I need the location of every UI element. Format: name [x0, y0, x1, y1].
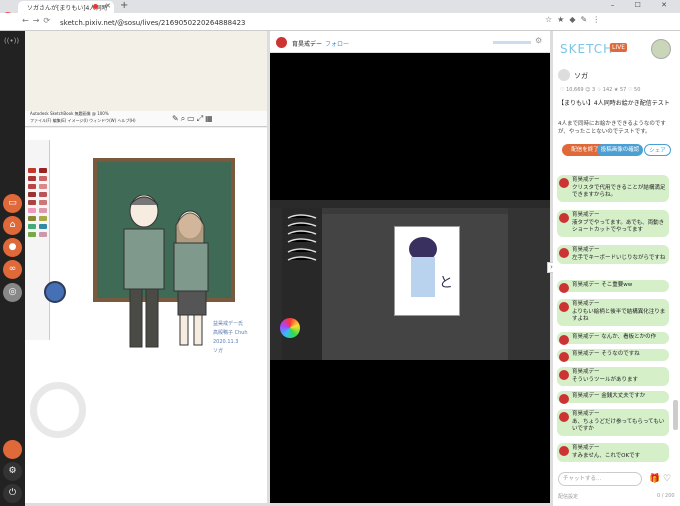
nav-buttons[interactable]: ←→⟳	[22, 16, 54, 25]
streamer-name[interactable]: ソガ	[574, 71, 588, 81]
artist-signature: 益昊戒デー氏 高殿鴨子 Chuh 2020.11.3 ソガ	[213, 321, 248, 354]
chat-text: クリスタで代用できることが結構満足できますからね。	[572, 184, 666, 199]
char-counter: 0 / 200	[657, 493, 675, 499]
chat-avatar	[559, 352, 569, 362]
chat-text: そこ重要ww	[601, 282, 633, 288]
chat-message: 育昊戒デー そういうツールがあります	[557, 367, 669, 386]
url-field[interactable]: sketch.pixiv.net/@sosu/lives/21690502202…	[60, 17, 530, 29]
viewer-settings-icon[interactable]: ⚙	[535, 36, 542, 45]
extension-icons[interactable]: ☆★◆✎⋮	[545, 15, 605, 24]
chat-message: 育昊戒デー よりもい絵柄と後半で結構異化注りますよね	[557, 299, 669, 326]
ps-canvas: と	[394, 226, 460, 316]
chat-author: 育昊戒デー	[572, 247, 600, 253]
chat-message: 育昊戒デー クリスタで代用できることが結構満足できますからね。	[557, 175, 669, 202]
new-tab-button[interactable]: +	[120, 0, 128, 11]
chat-text: なんか、看板とかの作	[601, 334, 657, 340]
live-badge: LIVE	[610, 43, 628, 52]
sketchbook-tool-icons[interactable]: ✎⌕▭⤢▦	[172, 114, 215, 124]
broadcast-icon: ((•))	[4, 37, 20, 45]
ps-menubar	[270, 200, 550, 208]
globe-button[interactable]: ◎	[3, 283, 22, 302]
chat-author: 育昊戒デー	[572, 212, 600, 218]
chat-message: 育昊戒デー 液タブでやってます。あでも、両動きショートカットでやってます	[557, 210, 669, 237]
volume-slider[interactable]	[493, 41, 531, 44]
chat-author: 育昊戒デー	[572, 177, 600, 183]
gift-icon[interactable]: 🎁	[649, 474, 660, 484]
settings-icon[interactable]: ⚙	[3, 462, 22, 481]
chat-text: そういうツールがあります	[572, 376, 639, 383]
chat-message: 育昊戒デー すみません、これでOKです	[557, 443, 669, 462]
check-posts-button[interactable]: 投稿画像の確認	[597, 144, 643, 156]
chat-avatar	[559, 394, 569, 404]
ps-layers-panel	[508, 208, 550, 360]
chat-author: 育昊戒デー	[572, 369, 600, 375]
brush-color-puck[interactable]	[44, 281, 66, 303]
chat-message: 育昊戒デー あ、ちょうどだけ参ってもらってもいいですか	[557, 409, 669, 436]
broadcaster-name[interactable]: 育昊戒デー	[292, 39, 322, 48]
home-button[interactable]: ⌂	[3, 216, 22, 235]
stream-description: 4人まで同時にお絵かきできるようなのですが、やったことないのでテストです。	[558, 121, 666, 135]
chat-avatar	[559, 283, 569, 293]
chat-avatar	[559, 446, 569, 456]
heart-icon[interactable]: ♡	[663, 474, 671, 484]
chat-avatar	[559, 412, 569, 422]
chat-author: 育昊戒デー	[572, 351, 600, 357]
profile-avatar[interactable]	[651, 39, 671, 59]
chat-avatar	[559, 213, 569, 223]
stream-title: 【まりもい】4人同時お絵かき配信テスト	[558, 100, 670, 107]
chat-avatar	[559, 335, 569, 345]
color-wheel	[280, 318, 300, 338]
chat-avatar	[559, 248, 569, 258]
chat-input[interactable]: チャットする...	[558, 472, 642, 486]
ps-toolbar	[270, 208, 282, 360]
broadcaster-avatar[interactable]	[276, 37, 287, 48]
chat-text: 液タブでやってます。あでも、両動きショートカットでやってます	[572, 219, 665, 234]
chat-author: 育昊戒デー	[572, 393, 600, 399]
chat-author: 育昊戒デー	[572, 411, 600, 417]
recording-icon	[93, 4, 98, 9]
chat-text: 金銭大丈夫ですか	[601, 393, 646, 399]
chat-author: 育昊戒デー	[572, 334, 600, 340]
chat-messages: 育昊戒デー クリスタで代用できることが結構満足できますからね。 育昊戒デー 液タブで…	[553, 173, 673, 468]
chat-avatar	[559, 178, 569, 188]
mic-button[interactable]: ●	[3, 238, 22, 257]
svg-text:と: と	[439, 275, 453, 291]
link-button[interactable]: ∞	[3, 260, 22, 279]
brush-wheel[interactable]	[30, 382, 86, 438]
chat-author: 育昊戒デー	[572, 282, 600, 288]
chat-avatar	[559, 302, 569, 312]
chat-message: 育昊戒デー そうなのですね	[557, 349, 669, 362]
chat-author: 育昊戒デー	[572, 445, 600, 451]
chat-text: そうなのですね	[601, 351, 640, 357]
color-palette[interactable]	[25, 140, 50, 340]
chat-text: あ、ちょうどだけ参ってもらってもいいですか	[572, 418, 665, 433]
stream-stats: ♡ 10,669 ☺ 3 ♢ 142 ★ 57 ♡ 50	[560, 87, 641, 93]
sketchbook-menu[interactable]: ファイル(F) 編集(E) イメージ(I) ウィンドウ(W) ヘルプ(H)	[30, 118, 136, 124]
chat-text: すみません、これでOKです	[572, 452, 641, 459]
chat-author: 育昊戒デー	[572, 301, 600, 307]
sketchbook-title: Autodesk SketchBook 無題画像 @ 100%	[30, 111, 109, 116]
window-controls[interactable]: – ☐ ✕	[611, 1, 676, 9]
canvas-button[interactable]: ▭	[3, 194, 22, 213]
sketch-logo[interactable]: SKETCH	[560, 42, 613, 56]
follow-button[interactable]: フォロー	[325, 39, 349, 48]
chat-text: よりもい絵柄と後半で結構異化注りますよね	[572, 308, 666, 323]
power-icon[interactable]: ⏻	[3, 484, 22, 503]
streamer-avatar	[558, 69, 570, 81]
chat-text: 左手でキーボードいじりながらですね	[572, 254, 666, 261]
characters-drawing	[123, 195, 209, 348]
chat-avatar	[559, 370, 569, 380]
browser-tab[interactable]: ソガさんが[まりもい]4人同時	[18, 1, 114, 13]
chat-message: 育昊戒デー 左手でキーボードいじりながらですね	[557, 245, 669, 264]
chat-message: 育昊戒デー なんか、看板とかの作	[557, 332, 669, 345]
chat-scrollbar[interactable]	[673, 400, 678, 430]
chat-message: 育昊戒デー そこ重要ww	[557, 280, 669, 293]
chat-message: 育昊戒デー 金銭大丈夫ですか	[557, 391, 669, 404]
user-avatar[interactable]	[3, 440, 22, 459]
broadcast-settings-link[interactable]: 配信設定	[558, 493, 578, 500]
share-button[interactable]: シェア	[644, 144, 671, 156]
close-tab-icon[interactable]: ✕	[105, 2, 111, 10]
